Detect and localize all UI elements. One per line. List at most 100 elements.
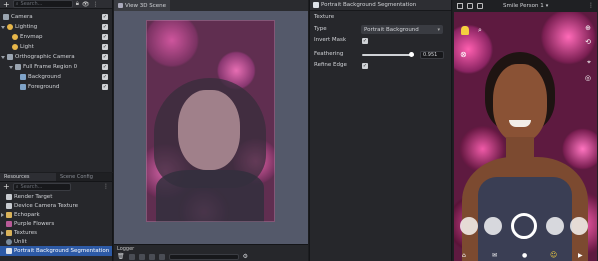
segmentation-icon — [6, 248, 12, 254]
expand-icon[interactable] — [1, 213, 4, 217]
lens-button[interactable] — [570, 217, 588, 235]
material-icon — [6, 239, 12, 245]
scene-tabbar: View 3D Scene — [114, 0, 308, 11]
type-label: Type — [314, 26, 327, 32]
discover-icon[interactable]: ▶ — [578, 252, 583, 259]
refine-edge-checkbox[interactable]: ✓ — [362, 63, 368, 69]
menu-icon[interactable]: ⋮ — [103, 183, 109, 190]
render-target-icon — [6, 194, 12, 200]
feathering-slider[interactable] — [362, 52, 414, 57]
warning-filter-icon[interactable] — [148, 253, 155, 260]
tab-resources[interactable]: Resources — [0, 173, 56, 181]
type-dropdown[interactable]: Portrait Background ▾ — [361, 25, 443, 34]
tree-item-background[interactable]: Background ✓ — [0, 72, 112, 82]
menu-icon[interactable]: ⋮ — [93, 1, 99, 8]
preview-viewport: ⌕ ⊕ ⟲ ⊗ ⌖ ◎ ⌂ ✉ ● ☺ ▶ — [454, 12, 597, 261]
visibility-checkbox[interactable]: ✓ — [102, 14, 108, 20]
visibility-checkbox[interactable]: ✓ — [102, 64, 108, 70]
visibility-checkbox[interactable]: ✓ — [102, 84, 108, 90]
tree-item-foreground[interactable]: Foreground ✓ — [0, 82, 112, 92]
add-icon[interactable]: + — [3, 0, 10, 9]
visibility-checkbox[interactable]: ✓ — [102, 34, 108, 40]
tab-scene-config[interactable]: Scene Config — [56, 173, 97, 181]
visibility-checkbox[interactable]: ✓ — [102, 24, 108, 30]
preview-panel: Smile Person 1 ▾ ⋮ ⌕ ⊕ ⟲ ⊗ ⌖ ◎ ⌂ ✉ ● ☺ ▶ — [453, 0, 598, 261]
feathering-label: Feathering — [314, 51, 344, 57]
expand-icon[interactable] — [1, 25, 5, 29]
inspector-header: Portrait Background Segmentation — [310, 0, 451, 11]
logger-panel: Logger 🗑︎ ⚙︎ — [114, 244, 308, 261]
flash-icon[interactable] — [461, 26, 469, 35]
camera-icon — [7, 54, 13, 60]
eye-icon[interactable]: 👁︎ — [82, 1, 90, 8]
capture-button[interactable] — [511, 213, 537, 239]
lock-icon[interactable]: 🔒︎ — [76, 0, 79, 8]
search-icon: ⌕ — [15, 1, 19, 7]
map-icon[interactable]: ⌂ — [462, 252, 466, 259]
person-smile — [509, 120, 531, 127]
visibility-checkbox[interactable]: ✓ — [102, 44, 108, 50]
error-filter-icon[interactable] — [158, 253, 165, 260]
visibility-checkbox[interactable]: ✓ — [102, 54, 108, 60]
preview-toolbar: Smile Person 1 ▾ ⋮ — [453, 0, 598, 11]
expand-icon[interactable] — [9, 65, 13, 69]
tab-view-3d-scene[interactable]: View 3D Scene — [114, 0, 171, 11]
resources-panel: Resources Scene Config + ⌕ Search... ⋮ R… — [0, 173, 113, 261]
resource-portrait-segmentation[interactable]: Portrait Background Segmentation — [0, 246, 112, 256]
stories-icon[interactable]: ☺ — [550, 251, 557, 259]
tree-item-camera[interactable]: Camera ✓ — [0, 12, 112, 22]
logger-toolbar: 🗑︎ ⚙︎ — [117, 253, 248, 260]
camera-icon[interactable]: ● — [522, 252, 527, 259]
add-person-icon[interactable]: ⊕ — [585, 24, 591, 32]
objects-search-input[interactable]: ⌕ Search... — [12, 0, 73, 8]
tree-item-full-frame-region[interactable]: Full Frame Region 0 ✓ — [0, 62, 112, 72]
expand-icon[interactable] — [1, 55, 5, 59]
light-icon — [12, 44, 18, 50]
image-icon — [20, 84, 26, 90]
invert-mask-label: Invert Mask — [314, 37, 347, 43]
lens-button[interactable] — [460, 217, 478, 235]
resources-tabbar: Resources Scene Config — [0, 173, 112, 182]
settings-icon[interactable]: ⚙︎ — [243, 253, 248, 260]
region-icon — [15, 64, 21, 70]
objects-toolbar: + ⌕ Search... 🔒︎ 👁︎ ⋮ — [0, 0, 112, 9]
feathering-value-field[interactable]: 0.951 — [420, 51, 444, 59]
texture-section-label: Texture — [314, 14, 335, 20]
chevron-down-icon: ▾ — [545, 2, 549, 9]
preview-camera-icon[interactable] — [477, 2, 483, 9]
add-icon[interactable]: + — [3, 182, 10, 191]
person-face — [493, 64, 547, 142]
expand-icon[interactable] — [1, 231, 4, 235]
tree-item-orthographic-camera[interactable]: Orthographic Camera ✓ — [0, 52, 112, 62]
filter-icon[interactable] — [128, 253, 135, 260]
tree-item-light[interactable]: Light ✓ — [0, 42, 112, 52]
tree-item-envmap[interactable]: Envmap ✓ — [0, 32, 112, 42]
sticker-icon[interactable]: ◎ — [585, 74, 591, 82]
scene-panel: View 3D Scene — [114, 0, 308, 244]
image-icon — [6, 221, 12, 227]
slider-thumb[interactable] — [409, 52, 414, 57]
objects-panel: + ⌕ Search... 🔒︎ 👁︎ ⋮ Camera ✓ Lighting … — [0, 0, 113, 172]
visibility-checkbox[interactable]: ✓ — [102, 74, 108, 80]
lens-button[interactable] — [546, 217, 564, 235]
folder-icon — [6, 230, 12, 236]
tree-item-lighting[interactable]: Lighting ✓ — [0, 22, 112, 32]
preview-mode-icon[interactable] — [457, 2, 463, 9]
device-select[interactable]: Smile Person 1 ▾ — [503, 3, 548, 9]
nav-icon[interactable]: ⌖ — [587, 58, 591, 67]
logger-search-input[interactable] — [168, 253, 239, 260]
flip-camera-icon[interactable]: ⟲ — [585, 38, 591, 46]
resources-search-input[interactable]: ⌕ Search... — [12, 182, 71, 191]
scene-frame-border — [146, 20, 275, 222]
preview-record-icon[interactable] — [467, 2, 473, 9]
lens-button[interactable] — [484, 217, 502, 235]
chat-icon[interactable]: ✉ — [492, 252, 497, 259]
invert-mask-checkbox[interactable]: ✓ — [362, 38, 368, 44]
info-filter-icon[interactable] — [138, 253, 145, 260]
preview-menu-icon[interactable]: ⋮ — [588, 2, 594, 9]
search-icon[interactable]: ⌕ — [478, 26, 482, 35]
settings-icon[interactable]: ⊗ — [460, 50, 467, 59]
folder-icon — [6, 212, 12, 218]
trash-icon[interactable]: 🗑︎ — [117, 253, 125, 260]
resources-toolbar: + ⌕ Search... ⋮ — [0, 182, 112, 191]
